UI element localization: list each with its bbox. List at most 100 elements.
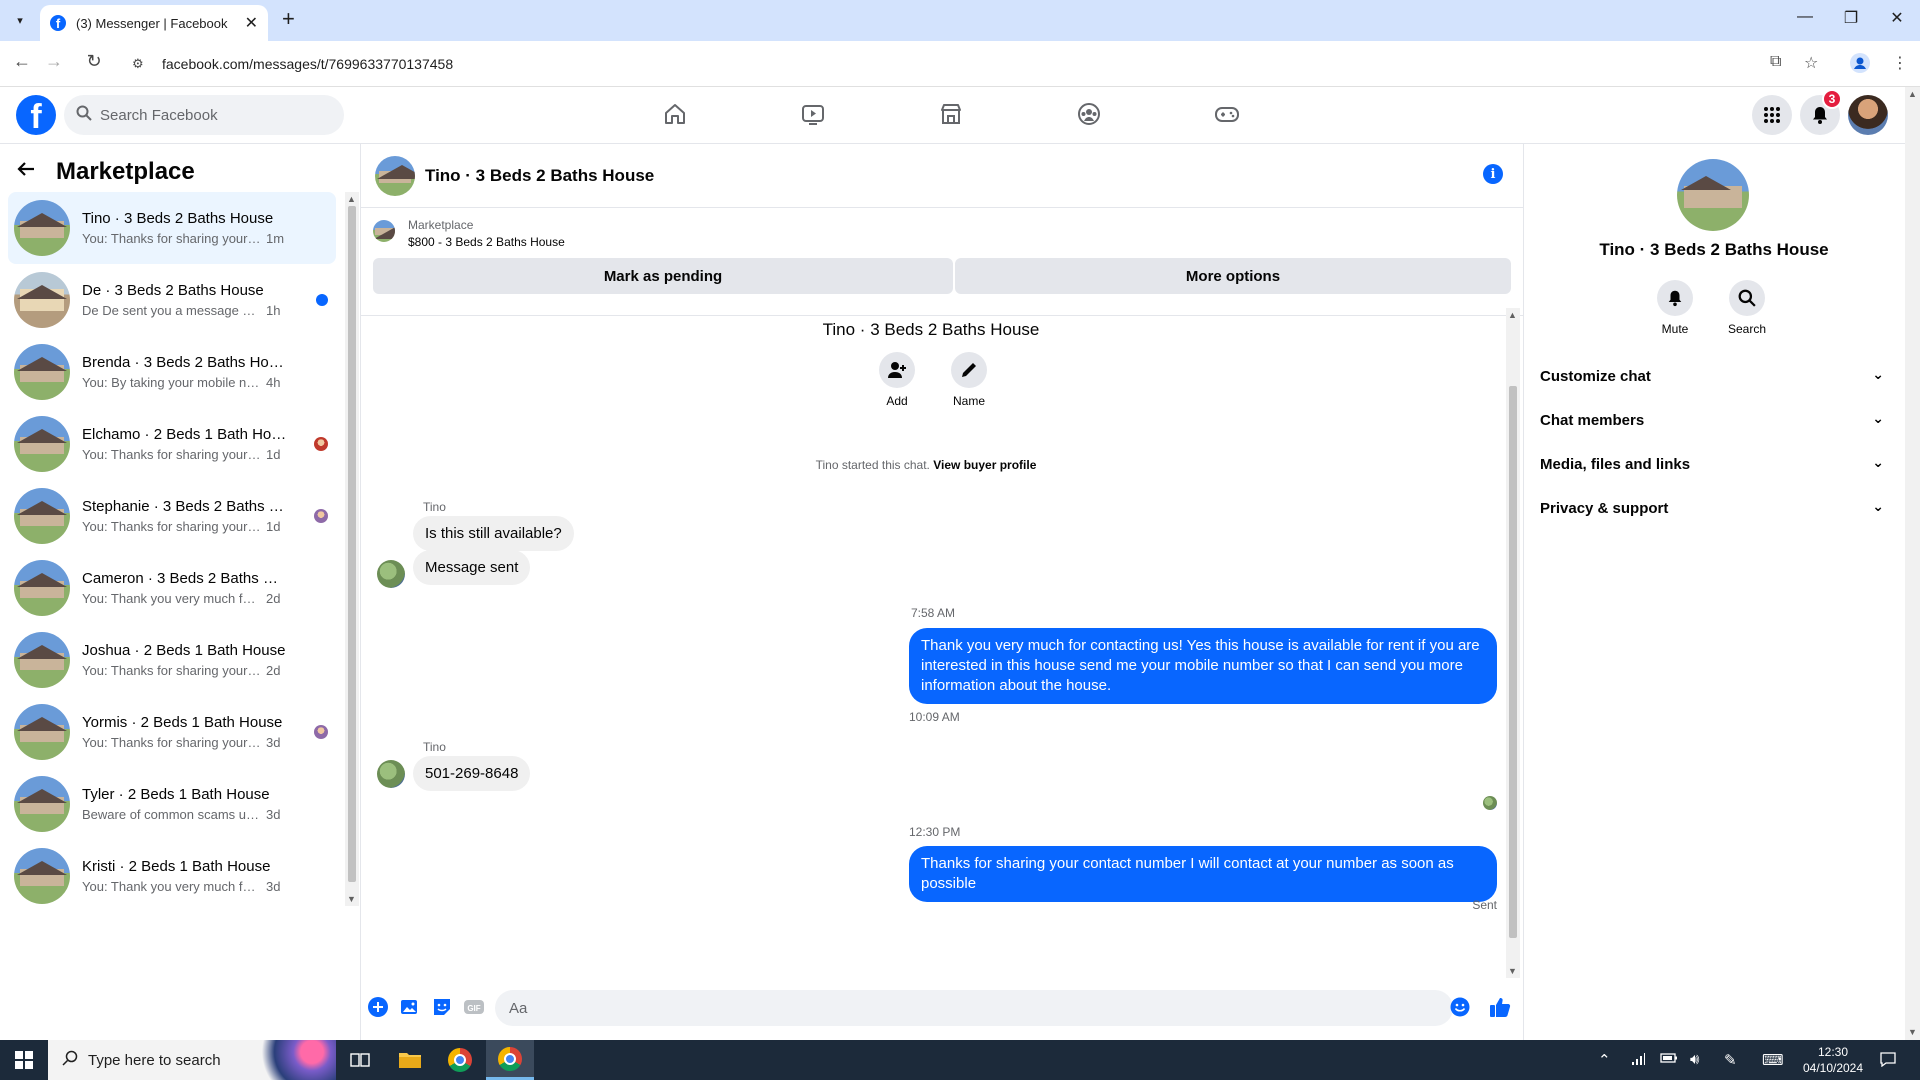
conversation-item[interactable]: Elchamo · 2 Beds 1 Bath House You: Thanks… [8, 408, 336, 480]
sidebar-scrollbar[interactable]: ▲ ▼ [345, 192, 359, 906]
sender-avatar[interactable] [377, 760, 405, 788]
profile-icon[interactable] [1850, 53, 1870, 78]
add-label: Add [886, 394, 908, 408]
back-button[interactable]: ← [10, 51, 34, 72]
url-text[interactable]: facebook.com/messages/t/7699633770137458 [162, 56, 453, 72]
chevron-down-icon: ⌄ [1872, 454, 1884, 470]
conversation-item[interactable]: Joshua · 2 Beds 1 Bath House You: Thanks … [8, 624, 336, 696]
forward-button[interactable]: → [42, 51, 66, 72]
conversation-item[interactable]: Tyler · 2 Beds 1 Bath House Beware of com… [8, 768, 336, 840]
conversation-preview: De De sent you a message abou... [82, 303, 262, 318]
task-view-icon[interactable] [336, 1040, 384, 1080]
url-omnibox[interactable]: ⚙ facebook.com/messages/t/76996337701374… [124, 47, 1756, 81]
scroll-up-arrow-icon[interactable]: ▲ [1508, 310, 1517, 320]
browser-tab[interactable]: f (3) Messenger | Facebook ✕ [40, 5, 268, 41]
browser-menu-icon[interactable]: ⋮ [1892, 53, 1908, 73]
incoming-message[interactable]: Message sent [413, 550, 531, 585]
scroll-down-arrow-icon[interactable]: ▼ [1508, 966, 1517, 976]
customize-chat-row[interactable]: Customize chat ⌄ [1532, 354, 1896, 398]
gaming-icon[interactable] [1210, 97, 1244, 131]
outgoing-message[interactable]: Thanks for sharing your contact number I… [909, 846, 1497, 902]
page-scrollbar[interactable]: ▲ ▼ [1905, 87, 1920, 1040]
close-window-button[interactable]: ✕ [1882, 8, 1912, 28]
back-arrow-icon[interactable] [16, 159, 46, 185]
message-input[interactable] [495, 990, 1453, 1026]
privacy-support-row[interactable]: Privacy & support ⌄ [1532, 486, 1896, 530]
bell-icon [1657, 280, 1693, 316]
thumbs-up-icon[interactable] [1489, 996, 1511, 1018]
file-explorer-icon[interactable] [386, 1040, 434, 1080]
conversation-item[interactable]: Stephanie · 3 Beds 2 Baths Ho... You: Tha… [8, 480, 336, 552]
system-clock[interactable]: 12:30 04/10/2024 [1796, 1044, 1870, 1076]
chrome-active-taskbar-icon[interactable] [486, 1040, 534, 1080]
chat-title[interactable]: Tino · 3 Beds 2 Baths House [425, 166, 654, 186]
photo-icon[interactable] [399, 996, 421, 1018]
chat-avatar[interactable] [375, 155, 415, 196]
scroll-down-arrow-icon[interactable]: ▼ [347, 894, 356, 904]
marketplace-icon[interactable] [934, 97, 968, 131]
media-files-links-row[interactable]: Media, files and links ⌄ [1532, 442, 1896, 486]
conversation-item[interactable]: Yormis · 2 Beds 1 Bath House You: Thanks … [8, 696, 336, 768]
pen-ink-icon[interactable]: ✎ [1724, 1051, 1737, 1069]
battery-icon[interactable] [1660, 1051, 1678, 1069]
site-info-icon[interactable]: ⚙ [132, 56, 152, 72]
mark-as-pending-button[interactable]: Mark as pending [373, 258, 953, 294]
restore-button[interactable]: ❐ [1836, 8, 1866, 28]
keyboard-icon[interactable]: ⌨ [1762, 1051, 1784, 1069]
thread-scroll-thumb[interactable] [1509, 386, 1517, 938]
windows-start-button[interactable] [0, 1040, 48, 1080]
facebook-logo-icon[interactable]: f [16, 95, 56, 135]
sticker-icon[interactable] [431, 996, 453, 1018]
conversation-item[interactable]: Brenda · 3 Beds 2 Baths House You: By tak… [8, 336, 336, 408]
more-options-button[interactable]: More options [955, 258, 1511, 294]
install-app-icon[interactable]: ⧉ [1770, 53, 1781, 71]
view-buyer-profile-link[interactable]: View buyer profile [933, 458, 1036, 472]
emoji-icon[interactable] [1449, 996, 1471, 1018]
show-hidden-icons-chevron-icon[interactable]: ⌃ [1598, 1051, 1611, 1069]
reload-button[interactable]: ↻ [82, 51, 106, 72]
incoming-message[interactable]: Is this still available? [413, 516, 574, 551]
search-in-chat-action[interactable]: Search [1717, 280, 1777, 336]
conversation-avatar [14, 776, 70, 832]
conversation-text: Brenda · 3 Beds 2 Baths House You: By tak… [82, 354, 288, 390]
volume-icon[interactable]: 🔊︎ [1690, 1051, 1699, 1068]
taskbar-search-box[interactable]: Type here to search [48, 1040, 336, 1080]
action-center-icon[interactable] [1880, 1051, 1896, 1071]
gif-icon[interactable]: GIF [463, 996, 485, 1018]
minimize-button[interactable]: — [1790, 8, 1820, 26]
groups-icon[interactable] [1072, 97, 1106, 131]
network-icon[interactable] [1630, 1051, 1646, 1071]
scroll-up-arrow-icon[interactable]: ▲ [347, 194, 356, 204]
mute-action[interactable]: Mute [1645, 280, 1705, 336]
info-icon[interactable]: i [1483, 164, 1503, 184]
conversation-item[interactable]: De · 3 Beds 2 Baths House De De sent you … [8, 264, 336, 336]
facebook-search[interactable] [64, 95, 344, 135]
account-avatar[interactable] [1848, 95, 1888, 135]
thread-scrollbar[interactable]: ▲ ▼ [1506, 308, 1520, 978]
close-tab-icon[interactable]: ✕ [245, 13, 258, 33]
chat-members-row[interactable]: Chat members ⌄ [1532, 398, 1896, 442]
add-people-action[interactable]: Add [867, 352, 927, 408]
edit-name-action[interactable]: Name [939, 352, 999, 408]
info-avatar[interactable] [1677, 159, 1749, 231]
listing-thumbnail[interactable] [373, 220, 395, 242]
scroll-up-arrow-icon[interactable]: ▲ [1908, 89, 1917, 99]
conversation-item[interactable]: Cameron · 3 Beds 2 Baths House You: Thank… [8, 552, 336, 624]
facebook-search-input[interactable] [100, 106, 320, 124]
incoming-message[interactable]: 501-269-8648 [413, 756, 531, 791]
sidebar-scroll-thumb[interactable] [348, 206, 356, 882]
conversation-item[interactable]: Kristi · 2 Beds 1 Bath House You: Thank y… [8, 840, 336, 912]
video-icon[interactable] [796, 97, 830, 131]
sender-avatar[interactable] [377, 560, 405, 588]
home-icon[interactable] [658, 97, 692, 131]
chrome-taskbar-icon[interactable] [436, 1040, 484, 1080]
scroll-down-arrow-icon[interactable]: ▼ [1908, 1027, 1917, 1037]
outgoing-message[interactable]: Thank you very much for contacting us! Y… [909, 628, 1497, 704]
conversation-item[interactable]: Tino · 3 Beds 2 Baths House You: Thanks f… [8, 192, 336, 264]
bookmark-star-icon[interactable]: ☆ [1804, 53, 1818, 73]
tab-search-button[interactable]: ▾ [8, 8, 32, 32]
listing-title[interactable]: $800 - 3 Beds 2 Baths House [408, 235, 565, 249]
new-tab-button[interactable]: + [282, 8, 295, 30]
menu-grid-icon[interactable] [1752, 95, 1792, 135]
plus-circle-icon[interactable] [367, 996, 389, 1018]
